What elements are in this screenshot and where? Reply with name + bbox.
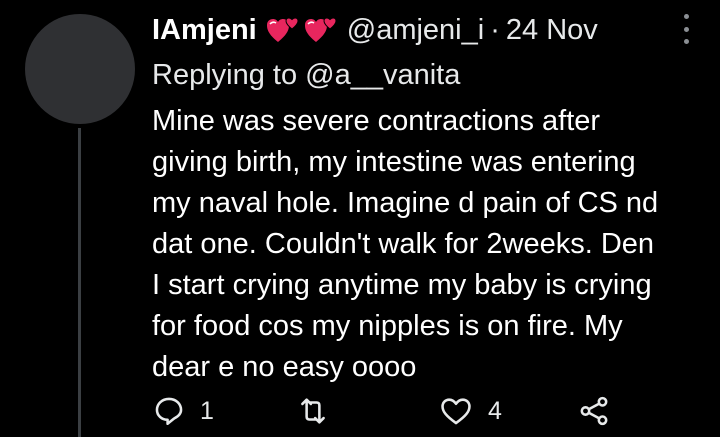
share-icon [580, 396, 608, 426]
like-count: 4 [488, 396, 502, 425]
retweet-icon [301, 398, 325, 424]
emoji-group [265, 15, 339, 45]
display-name[interactable]: IAmjeni [152, 12, 257, 48]
action-bar: 1 4 [152, 394, 692, 434]
tweet-text: Mine was severe contractions after givin… [152, 105, 659, 383]
like-button[interactable]: 4 [438, 394, 502, 428]
tweet-header: IAmjeni @amjeni_i · 24 Nov [152, 12, 598, 48]
more-dot [683, 26, 689, 32]
separator-dot: · [490, 14, 500, 46]
reply-count: 1 [200, 396, 214, 425]
tweet-date[interactable]: 24 Nov [506, 12, 598, 48]
heart-icon [441, 398, 471, 425]
revolving-hearts-icon [266, 17, 299, 42]
more-dot [683, 14, 689, 19]
reply-button[interactable]: 1 [152, 394, 214, 428]
avatar[interactable] [25, 14, 135, 124]
thread-line [78, 128, 81, 437]
more-options-icon[interactable] [674, 14, 698, 44]
reply-icon [155, 397, 183, 426]
replying-to-handle[interactable]: @a__vanita [305, 59, 460, 91]
replying-prefix: Replying to [152, 59, 298, 91]
replying-to-line: Replying to @a__vanita [152, 57, 460, 93]
user-handle[interactable]: @amjeni_i [347, 12, 484, 48]
share-button[interactable] [577, 394, 611, 428]
revolving-hearts-icon [304, 17, 337, 42]
more-dot [683, 39, 689, 44]
retweet-button[interactable] [295, 394, 345, 428]
